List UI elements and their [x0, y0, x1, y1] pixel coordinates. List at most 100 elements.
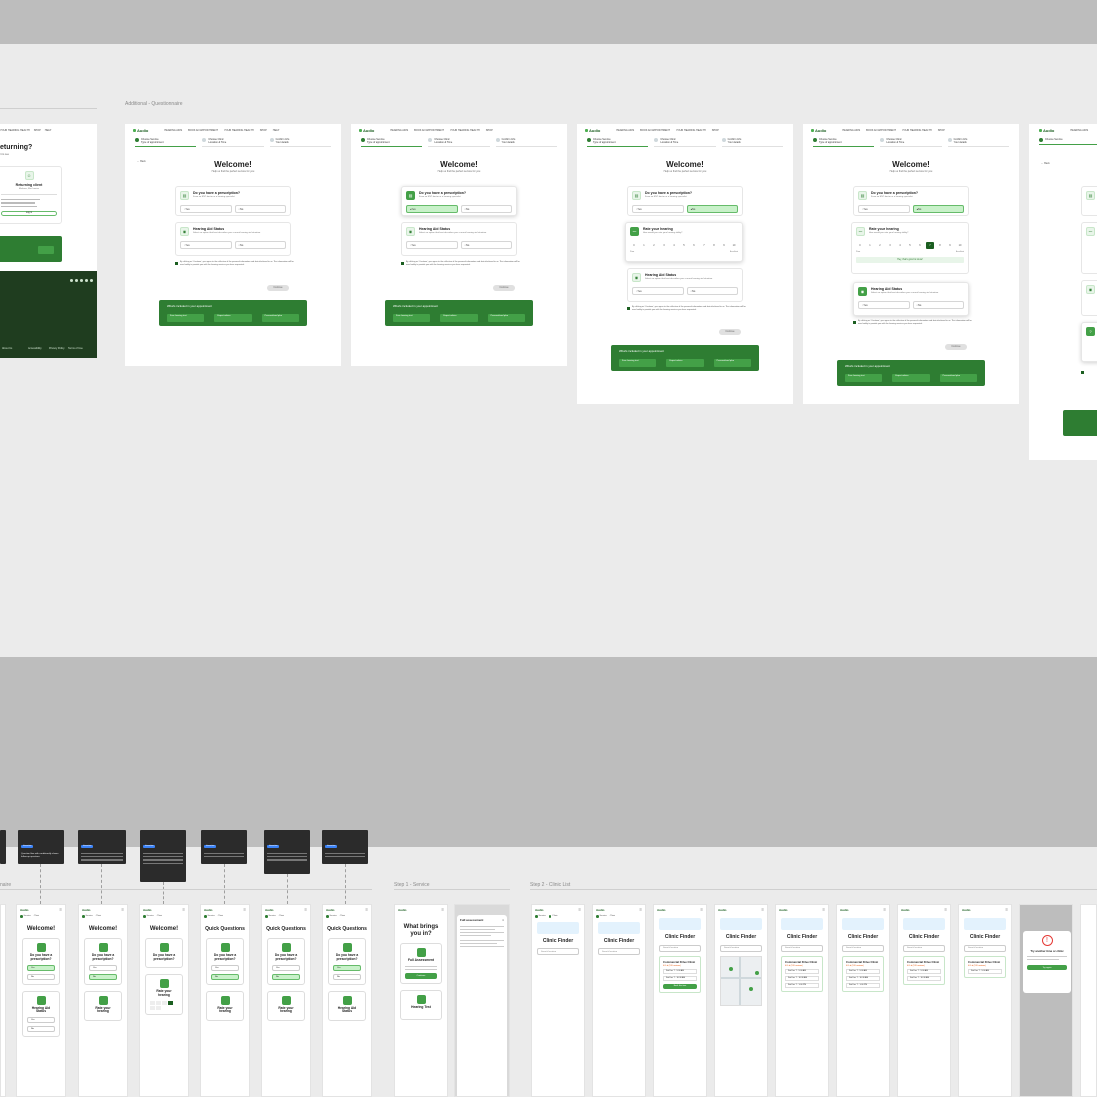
yes-option[interactable]: Yes: [333, 964, 361, 971]
no-option[interactable]: ○ No: [686, 287, 738, 295]
time-slot[interactable]: Sat Dec 7 · 9:00 AM: [907, 968, 941, 974]
yes-option[interactable]: ○ Yes: [858, 301, 910, 309]
footer-link[interactable]: Privacy Policy: [49, 347, 65, 350]
step-clinic[interactable]: Choose Clinic Location & Time: [202, 138, 264, 147]
clinic-card[interactable]: Commercial Drive Clinic 4.8 ★ (120 review…: [964, 955, 1006, 978]
nav-link[interactable]: SHOP: [34, 129, 41, 132]
menu-icon[interactable]: ☰: [365, 908, 368, 912]
step-confirm[interactable]: Confirm Info Your details: [269, 138, 331, 147]
no-option[interactable]: No: [333, 973, 361, 980]
rating-option[interactable]: [162, 1000, 167, 1005]
nav-link-hearing-aids[interactable]: HEARING AIDS: [842, 129, 860, 132]
footer-link[interactable]: About Us: [2, 347, 12, 350]
brand-logo[interactable]: Audio: [265, 908, 274, 912]
consent-checkbox[interactable]: By clicking on 'Continue', you agree to …: [627, 306, 747, 311]
nav-link[interactable]: HELP: [45, 129, 52, 132]
no-option[interactable]: ○ No: [912, 301, 964, 309]
yes-option[interactable]: ○ Yes: [632, 287, 684, 295]
menu-icon[interactable]: ☰: [822, 908, 825, 912]
step-service[interactable]: Choose Service Type of appointment: [587, 138, 649, 147]
nav-link-health[interactable]: YOUR HEARING HEALTH: [224, 129, 254, 132]
brand-logo[interactable]: Audio: [359, 128, 374, 132]
brand-logo[interactable]: Audio: [133, 128, 148, 132]
rating-option-selected[interactable]: [168, 1000, 173, 1005]
brand-logo[interactable]: Audio: [326, 908, 335, 912]
time-slot[interactable]: Sat Dec 7 · 1:00 PM: [785, 982, 819, 988]
continue-button[interactable]: Continue: [719, 329, 741, 335]
nav-link-hearing-aids[interactable]: HEARING AIDS: [164, 129, 182, 132]
brand-logo[interactable]: Audio: [585, 128, 600, 132]
rating-option[interactable]: 10: [956, 242, 964, 249]
nav-link-shop[interactable]: SHOP: [938, 129, 945, 132]
tab-service[interactable]: Service: [326, 915, 337, 918]
clinic-card[interactable]: Commercial Drive Clinic 4.8 ★ (120 review…: [659, 955, 701, 993]
location-search-input[interactable]: Search location: [720, 944, 762, 952]
yes-option[interactable]: ○ Yes: [632, 205, 684, 213]
rating-option[interactable]: 2: [650, 242, 658, 249]
rating-option[interactable]: 9: [720, 242, 728, 249]
time-slot[interactable]: Sat Dec 7 · 9:00 AM: [846, 968, 880, 974]
rating-option[interactable]: 1: [866, 242, 874, 249]
rating-option[interactable]: 6: [690, 242, 698, 249]
instagram-icon[interactable]: [75, 279, 78, 282]
facebook-icon[interactable]: [70, 279, 73, 282]
rating-option[interactable]: 9: [946, 242, 954, 249]
tab-service[interactable]: Service: [535, 915, 546, 918]
rating-option[interactable]: 7: [700, 242, 708, 249]
rating-option[interactable]: 3: [660, 242, 668, 249]
tab-service[interactable]: Service: [204, 915, 215, 918]
rating-option[interactable]: [150, 1000, 155, 1005]
step-clinic[interactable]: Choose Clinic Location & Time: [428, 138, 490, 147]
time-slot[interactable]: Sat Dec 7 · 9:00 AM: [663, 968, 697, 974]
nav-link[interactable]: YOUR HEARING HEALTH: [0, 129, 30, 132]
consent-checkbox[interactable]: By clicking on 'Continue', you agree to …: [401, 261, 521, 266]
nav-link-health[interactable]: YOUR HEARING HEALTH: [902, 129, 932, 132]
back-link[interactable]: ← Back: [1041, 162, 1050, 165]
try-again-button[interactable]: Try again: [1027, 965, 1067, 970]
menu-icon[interactable]: ☰: [761, 908, 764, 912]
continue-button[interactable]: Continue: [493, 285, 515, 291]
location-search-input[interactable]: Search location: [842, 944, 884, 952]
footer-link[interactable]: Terms of Use: [68, 347, 83, 350]
menu-icon[interactable]: ☰: [304, 908, 307, 912]
linkedin-icon[interactable]: [80, 279, 83, 282]
tab-clinic[interactable]: Clinic: [340, 915, 345, 918]
rating-option[interactable]: 8: [710, 242, 718, 249]
map-pin-icon[interactable]: [749, 986, 753, 991]
no-option[interactable]: ○ No: [234, 205, 286, 213]
location-search-input[interactable]: Search location: [537, 948, 579, 955]
step-confirm[interactable]: Confirm Info Your details: [947, 138, 1009, 147]
continue-button[interactable]: Continue: [267, 285, 289, 291]
nav-link-help[interactable]: HELP: [273, 129, 280, 132]
yes-option[interactable]: Yes: [211, 964, 239, 971]
login-button[interactable]: Log in: [1, 210, 57, 216]
tab-clinic[interactable]: Clinic: [96, 915, 101, 918]
select-service-button[interactable]: Continue: [405, 972, 437, 979]
rating-option[interactable]: [150, 1005, 155, 1010]
brand-logo[interactable]: Audio: [657, 908, 666, 912]
no-option[interactable]: ○ No: [460, 205, 512, 213]
step-service[interactable]: Choose Service Type of appointment: [135, 138, 197, 147]
yes-option[interactable]: Yes: [89, 964, 117, 971]
brand-logo[interactable]: Audio: [20, 908, 29, 912]
menu-icon[interactable]: ☰: [243, 908, 246, 912]
hearing-test-card[interactable]: Hearing Test: [400, 989, 442, 1020]
brand-logo[interactable]: Audio: [82, 908, 91, 912]
book-button[interactable]: Book this time: [663, 983, 697, 989]
rating-option[interactable]: [156, 1000, 161, 1005]
no-option[interactable]: No: [272, 973, 300, 980]
menu-icon[interactable]: ☰: [59, 908, 62, 912]
nav-link-book[interactable]: BOOK AN APPOINTMENT: [414, 129, 444, 132]
tab-service[interactable]: Service: [82, 915, 93, 918]
continue-button[interactable]: Continue: [945, 344, 967, 350]
rating-option[interactable]: 3: [886, 242, 894, 249]
location-search-input[interactable]: Search location: [781, 944, 823, 952]
tab-service[interactable]: Service: [265, 915, 276, 918]
time-slot[interactable]: Sat Dec 7 · 10:30 AM: [785, 975, 819, 981]
rating-option[interactable]: 0: [856, 242, 864, 249]
step-clinic[interactable]: Choose Clinic Location & Time: [880, 138, 942, 147]
clinic-map[interactable]: [720, 955, 762, 1006]
brand-logo[interactable]: Audio: [1039, 128, 1054, 132]
no-option[interactable]: ○ No: [460, 241, 512, 249]
yes-option[interactable]: ○ Yes: [180, 241, 232, 249]
